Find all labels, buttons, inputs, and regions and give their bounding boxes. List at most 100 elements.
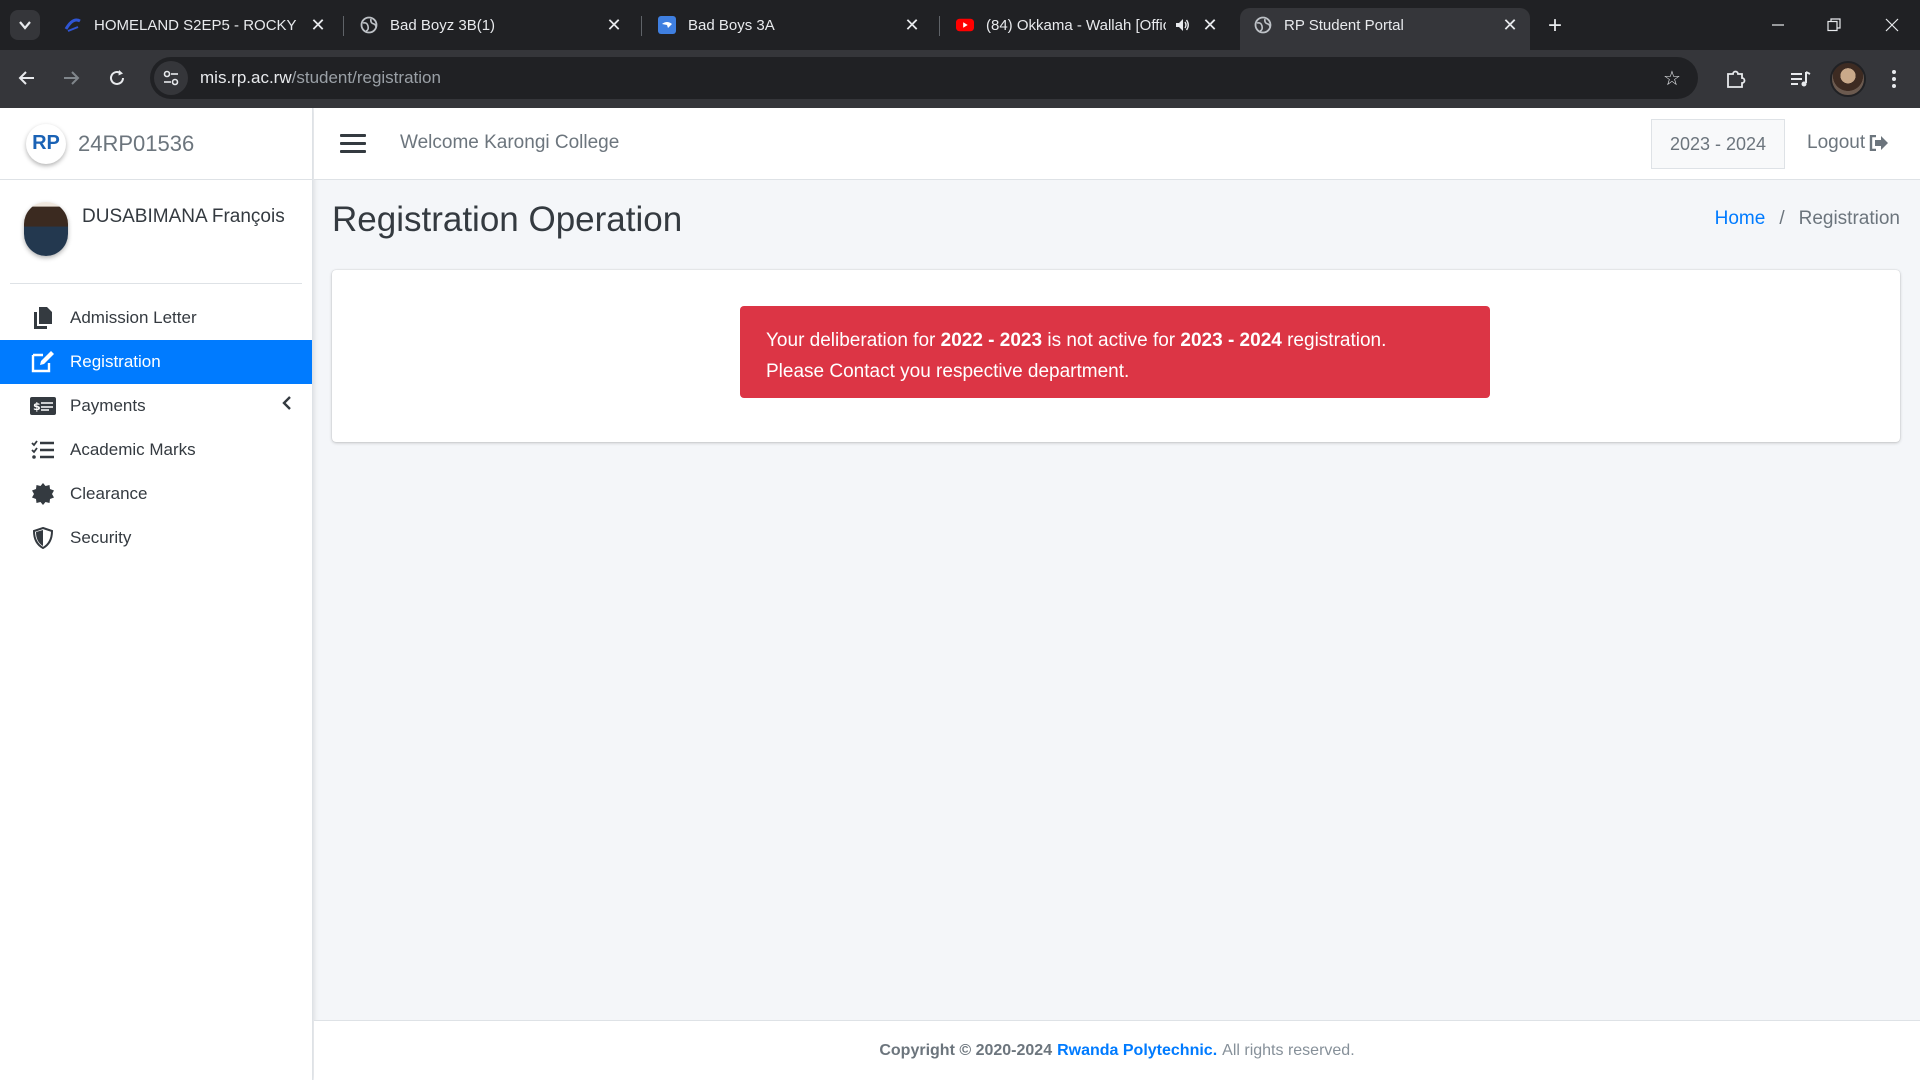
sidebar-item-payments[interactable]: $ Payments <box>0 384 312 428</box>
file-copy-icon <box>30 307 56 329</box>
alert-text: Your deliberation for <box>766 330 941 351</box>
breadcrumb: Home / Registration <box>1715 208 1900 230</box>
alert-line-2: Please Contact you respective department… <box>766 361 1130 382</box>
alert-line-1: Your deliberation for 2022 - 2023 is not… <box>766 325 1464 356</box>
academic-year-button[interactable]: 2023 - 2024 <box>1651 119 1785 169</box>
footer-copyright: Copyright © 2020-2024 <box>879 1041 1053 1059</box>
bookmark-star-icon[interactable]: ☆ <box>1660 66 1684 90</box>
close-icon[interactable]: ✕ <box>1200 15 1220 35</box>
tab-title: (84) Okkama - Wallah [Offic <box>986 16 1166 34</box>
tab-title: Bad Boys 3A <box>688 16 775 34</box>
globe-icon <box>360 16 378 34</box>
url-host: mis.rp.ac.rw <box>200 68 292 87</box>
sidebar-item-security[interactable]: Security <box>0 516 312 560</box>
media-control-button[interactable] <box>1782 61 1818 97</box>
alert-text: registration. <box>1281 330 1387 351</box>
url-text[interactable]: mis.rp.ac.rw/student/registration <box>200 68 441 88</box>
main-content: Registration Operation Home / Registrati… <box>314 180 1920 1010</box>
user-panel: DUSABIMANA François <box>10 180 302 284</box>
list-check-icon <box>30 439 56 461</box>
reload-button[interactable] <box>98 59 136 97</box>
alert-year-from: 2022 - 2023 <box>940 330 1043 351</box>
edit-icon <box>30 351 56 373</box>
reload-icon <box>110 70 124 85</box>
browser-toolbar: mis.rp.ac.rw/student/registration ☆ <box>0 50 1920 108</box>
sidebar-item-label: Registration <box>70 352 161 371</box>
minimize-icon <box>1772 24 1784 26</box>
sidebar-item-academic-marks[interactable]: Academic Marks <box>0 428 312 472</box>
app-icon <box>658 16 676 34</box>
window-close-button[interactable] <box>1864 0 1920 50</box>
brand-link[interactable]: RP 24RP01536 <box>0 108 312 180</box>
web-page: RP 24RP01536 DUSABIMANA François Admissi… <box>0 108 1920 1080</box>
back-button[interactable] <box>8 59 46 97</box>
close-icon <box>1885 18 1899 32</box>
breadcrumb-current: Registration <box>1798 208 1900 229</box>
alert-text: is not active for <box>1042 330 1181 351</box>
browser-tab-bar: HOMELAND S2EP5 - ROCKY ✕ Bad Boyz 3B(1) … <box>0 0 1920 50</box>
top-navbar: Welcome Karongi College 2023 - 2024 Logo… <box>314 108 1920 180</box>
more-vert-icon <box>1892 70 1896 88</box>
address-bar[interactable]: mis.rp.ac.rw/student/registration ☆ <box>150 57 1698 99</box>
browser-menu-button[interactable] <box>1876 61 1912 97</box>
tab-separator <box>343 16 344 36</box>
site-info-button[interactable] <box>154 61 188 95</box>
user-avatar <box>24 202 68 256</box>
close-icon[interactable]: ✕ <box>902 15 922 35</box>
user-name[interactable]: DUSABIMANA François <box>82 206 285 228</box>
logout-link[interactable]: Logout <box>1807 132 1891 154</box>
tab-title: Bad Boyz 3B(1) <box>390 16 496 34</box>
close-icon[interactable]: ✕ <box>308 15 328 35</box>
error-alert: Your deliberation for 2022 - 2023 is not… <box>740 306 1490 398</box>
menu-toggle-icon[interactable] <box>340 130 366 156</box>
footer-org-link[interactable]: Rwanda Polytechnic. <box>1057 1042 1217 1060</box>
sidebar: RP 24RP01536 DUSABIMANA François Admissi… <box>0 108 313 1080</box>
breadcrumb-home-link[interactable]: Home <box>1715 208 1766 230</box>
tab-separator <box>641 16 642 36</box>
profile-avatar[interactable] <box>1830 61 1866 97</box>
tab-search-button[interactable] <box>10 10 40 40</box>
tab-title: RP Student Portal <box>1284 16 1404 34</box>
chevron-down-icon <box>19 21 31 30</box>
shield-icon <box>30 527 56 549</box>
page-title: Registration Operation <box>332 200 683 239</box>
tab-title: HOMELAND S2EP5 - ROCKY <box>94 16 297 34</box>
restore-button[interactable] <box>1806 0 1862 50</box>
close-icon[interactable]: ✕ <box>1500 15 1520 35</box>
arrow-left-icon <box>18 71 34 85</box>
sidebar-item-clearance[interactable]: Clearance <box>0 472 312 516</box>
chevron-left-icon <box>282 396 292 410</box>
arrow-right-icon <box>64 71 80 85</box>
sidebar-item-registration[interactable]: Registration <box>0 340 312 384</box>
close-icon[interactable]: ✕ <box>604 15 624 35</box>
minimize-button[interactable] <box>1750 0 1806 50</box>
browser-tab-active[interactable]: RP Student Portal ✕ <box>1240 8 1530 50</box>
url-path: /student/registration <box>291 68 441 87</box>
browser-tab[interactable]: Bad Boyz 3B(1) ✕ <box>346 8 634 42</box>
speaker-icon[interactable] <box>1172 15 1192 35</box>
forward-button[interactable] <box>52 59 90 97</box>
money-icon: $ <box>30 395 56 417</box>
tune-icon <box>163 70 179 86</box>
sign-out-icon <box>1869 134 1891 152</box>
globe-icon <box>1254 16 1272 34</box>
browser-tab[interactable]: HOMELAND S2EP5 - ROCKY ✕ <box>50 8 338 42</box>
sidebar-item-label: Security <box>70 528 132 547</box>
footer-rights: All rights reserved. <box>1222 1041 1355 1059</box>
content-card: Your deliberation for 2022 - 2023 is not… <box>332 270 1900 442</box>
sidebar-item-label: Admission Letter <box>70 308 197 327</box>
alert-year-to: 2023 - 2024 <box>1180 330 1282 351</box>
sidebar-item-label: Payments <box>70 396 146 415</box>
footer: Copyright © 2020-2024 Rwanda Polytechnic… <box>314 1020 1920 1080</box>
new-tab-button[interactable]: + <box>1541 12 1569 40</box>
sidebar-item-label: Clearance <box>70 484 148 503</box>
starz-icon <box>64 16 82 34</box>
welcome-text: Welcome Karongi College <box>400 132 620 153</box>
breadcrumb-separator: / <box>1779 208 1785 229</box>
browser-tab[interactable]: Bad Boys 3A ✕ <box>644 8 932 42</box>
svg-text:$: $ <box>33 400 41 413</box>
browser-tab[interactable]: (84) Okkama - Wallah [Offic ✕ <box>942 8 1230 42</box>
extensions-button[interactable] <box>1718 61 1754 97</box>
certificate-icon <box>30 483 56 505</box>
sidebar-item-admission-letter[interactable]: Admission Letter <box>0 296 312 340</box>
